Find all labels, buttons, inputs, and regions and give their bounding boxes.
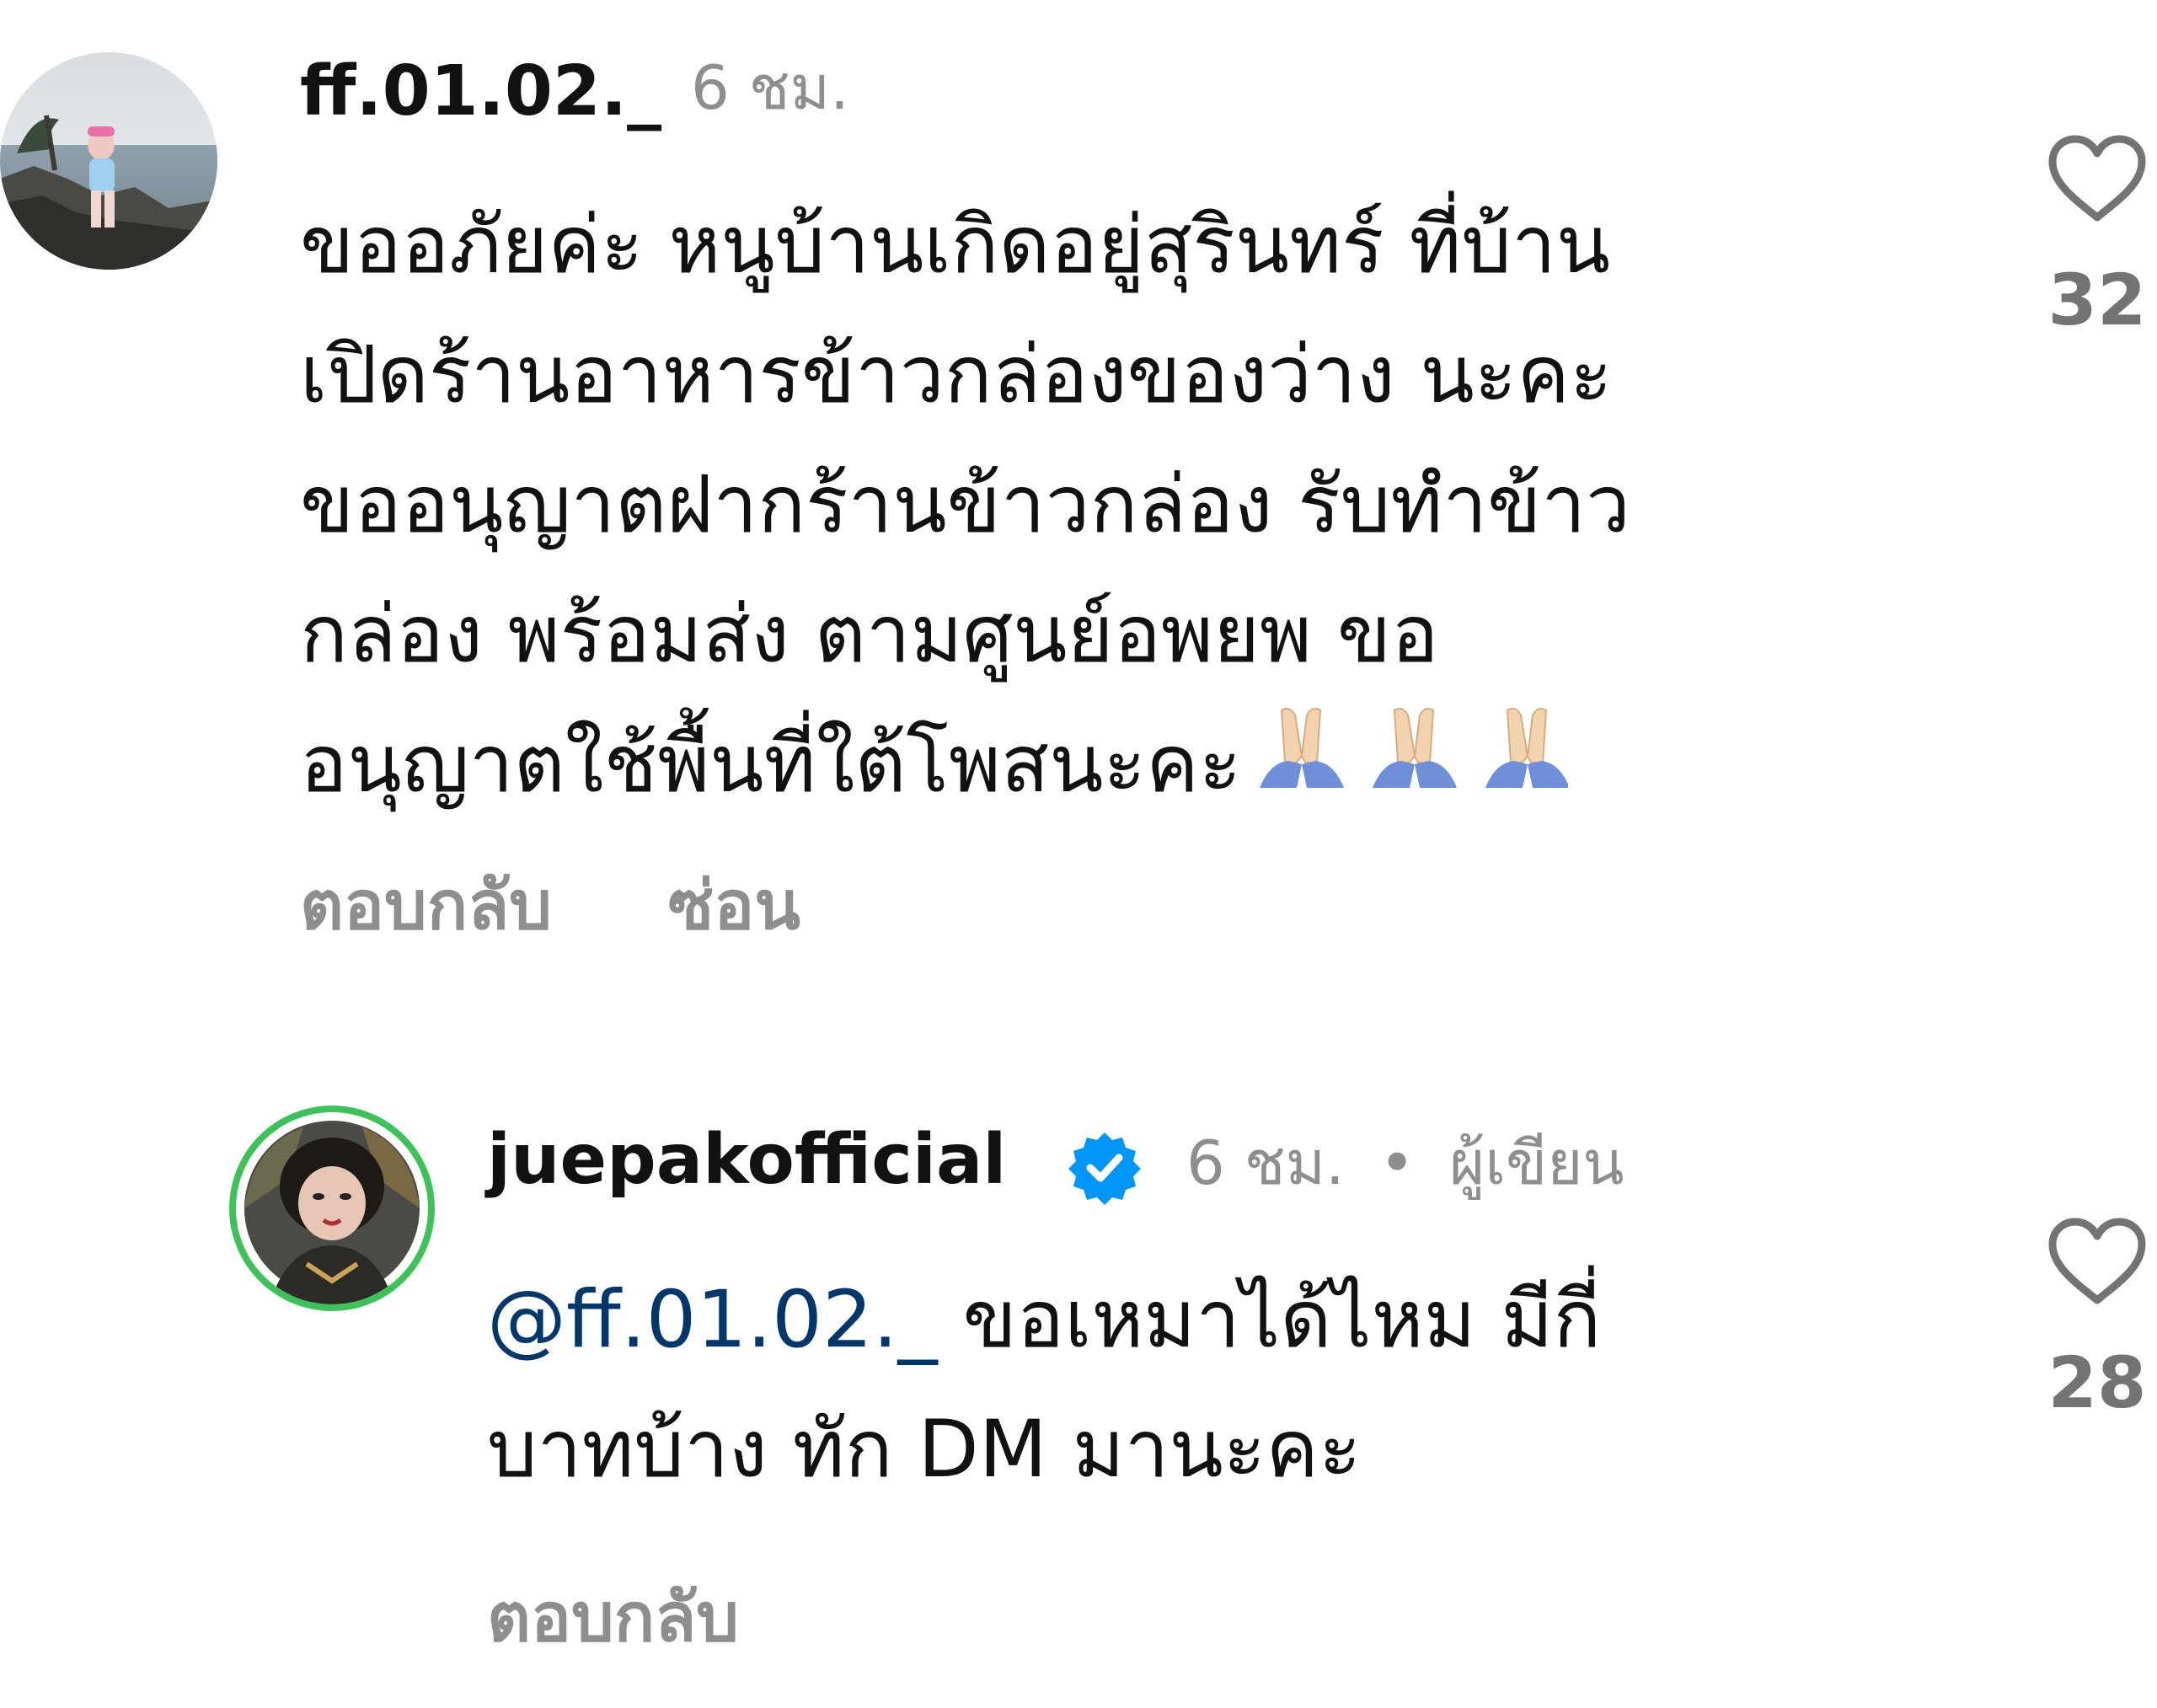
avatar[interactable] [0, 52, 217, 270]
reply-comment-item: juepakofficial 6 ชม. • ผู้เขียน @ff.01.0… [0, 1053, 2157, 1708]
comment-item: ff.01.02._ 6 ชม. ขออภัยค่ะ หนูบ้านเกิดอย… [0, 0, 2157, 1053]
like-count: 28 [2047, 1341, 2147, 1424]
comment-text: @ff.01.02._ ขอเหมาได้ไหม มีกี่ บาทบ้าง ท… [487, 1256, 1601, 1515]
author-label: ผู้เขียน [1449, 1127, 1624, 1198]
avatar[interactable] [229, 1106, 435, 1311]
comment-actions: ตอบกลับ ซ่อน [300, 872, 800, 940]
comment-timestamp: 6 ชม. • ผู้เขียน [1186, 1132, 1624, 1193]
comment-actions: ตอบกลับ [487, 1584, 739, 1652]
reply-button[interactable]: ตอบกลับ [487, 1584, 739, 1652]
heart-icon[interactable] [2047, 1218, 2147, 1309]
folded-hands-icon [1248, 704, 1571, 835]
comment-text-line: ขออนุญาตฝากร้านข้าวกล่อง รับทำข้าว [300, 459, 1630, 551]
comment-text-line: บาทบ้าง ทัก DM มานะคะ [487, 1404, 1362, 1496]
verified-badge-icon [1067, 1129, 1143, 1208]
heart-icon[interactable] [2047, 135, 2147, 226]
comment-timestamp: 6 ชม. [691, 52, 849, 123]
comment-text: ขออภัยค่ะ หนูบ้านเกิดอยู่สุรินทร์ ที่บ้า… [300, 181, 1630, 835]
like-control: 28 [2042, 1218, 2152, 1418]
like-control: 32 [2042, 135, 2152, 335]
comment-time: 6 ชม. [1186, 1127, 1345, 1198]
comment-text-fragment: ขอเหมาได้ไหม มีกี่ [937, 1274, 1602, 1366]
hide-button[interactable]: ซ่อน [668, 872, 800, 940]
comment-text-line: กล่อง พร้อมส่ง ตามศูนย์อพยพ ขอ [300, 589, 1439, 681]
like-count: 32 [2047, 259, 2147, 341]
comment-text-line: อนุญาตใช้พื้นที่ใต้โพสนะคะ [300, 719, 1242, 811]
comment-username[interactable]: ff.01.02._ [300, 57, 661, 126]
comment-username[interactable]: juepakofficial [487, 1126, 1006, 1195]
comment-text-line-with-emoji: อนุญาตใช้พื้นที่ใต้โพสนะคะ [300, 700, 1630, 835]
reply-button[interactable]: ตอบกลับ [300, 872, 552, 940]
comment-text-line: เปิดร้านอาหารข้าวกล่องของว่าง นะคะ [300, 329, 1613, 421]
comment-text-line: ขออภัยค่ะ หนูบ้านเกิดอยู่สุรินทร์ ที่บ้า… [300, 200, 1611, 292]
comment-text-line: @ff.01.02._ ขอเหมาได้ไหม มีกี่ [487, 1256, 1601, 1385]
mention-link[interactable]: @ff.01.02._ [487, 1274, 938, 1366]
meta-separator: • [1378, 1127, 1416, 1198]
